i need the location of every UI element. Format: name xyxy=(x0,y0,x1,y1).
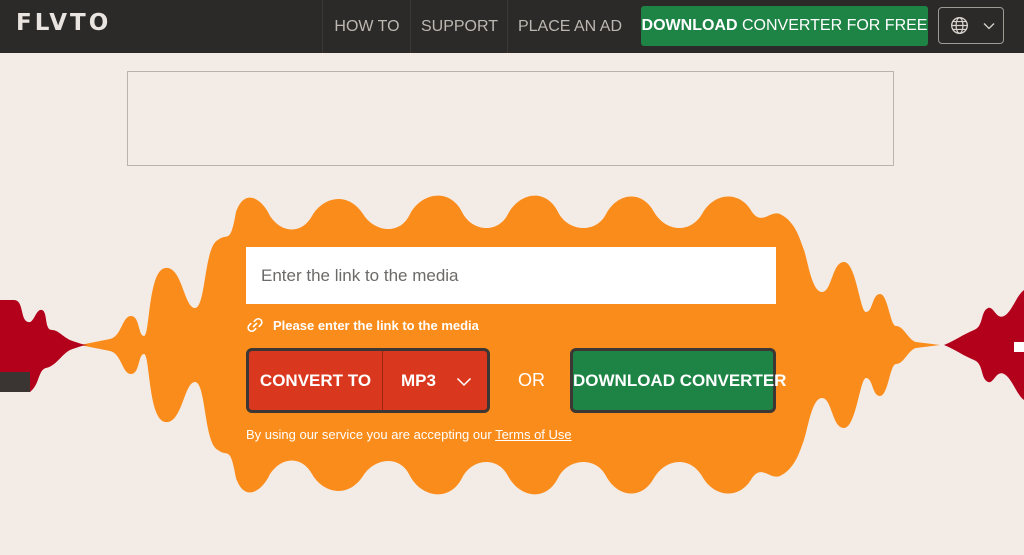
or-label: OR xyxy=(518,370,545,390)
convert-to-button[interactable]: CONVERT TO xyxy=(249,351,383,410)
format-value: MP3 xyxy=(401,371,436,390)
chevron-down-icon xyxy=(456,377,472,387)
download-converter-button[interactable]: DOWNLOAD CONVERTER xyxy=(570,348,786,413)
terms-text: By using our service you are accepting o… xyxy=(246,427,496,442)
orange-sound-wave xyxy=(80,195,940,495)
hint-text: Please enter the link to the media xyxy=(273,317,479,333)
terms-of-use-link[interactable]: Terms of Use xyxy=(495,427,572,442)
link-hint: Please enter the link to the media xyxy=(246,316,479,334)
convert-group: CONVERT TO MP3 xyxy=(246,348,490,413)
terms-notice: By using our service you are accepting o… xyxy=(246,427,572,442)
link-icon xyxy=(247,317,263,333)
format-select[interactable]: MP3 xyxy=(383,351,487,410)
media-link-input[interactable] xyxy=(246,247,776,304)
red-wave-right xyxy=(944,290,1024,400)
